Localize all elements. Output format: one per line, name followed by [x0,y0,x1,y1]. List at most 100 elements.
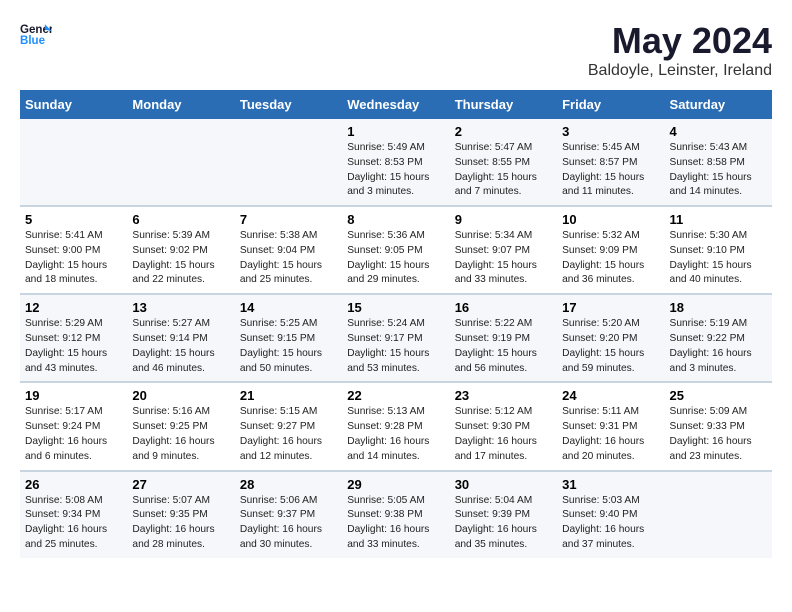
calendar-row-3: 19Sunrise: 5:17 AM Sunset: 9:24 PM Dayli… [20,382,772,470]
calendar-cell: 6 Sunrise: 5:39 AM Sunset: 9:02 PM Daylig… [127,206,234,294]
day-number: 18 [670,300,767,315]
day-info: Sunrise: 5:08 AM Sunset: 9:34 PM Dayligh… [25,494,122,553]
day-number: 25 [670,388,767,403]
day-number: 26 [25,477,122,492]
day-number: 15 [347,300,444,315]
day-number: 5 [25,212,122,227]
day-number: 6 [132,212,229,227]
day-info: Sunrise: 5:06 AM Sunset: 9:37 PM Dayligh… [240,494,337,553]
day-number: 12 [25,300,122,315]
calendar-table: SundayMondayTuesdayWednesdayThursdayFrid… [20,90,772,558]
calendar-cell: 7Sunrise: 5:38 AM Sunset: 9:04 PM Daylig… [235,206,342,294]
day-number: 21 [240,388,337,403]
calendar-cell: 24 Sunrise: 5:11 AM Sunset: 9:31 PM Dayli… [557,382,664,470]
day-info: Sunrise: 5:43 AM Sunset: 8:58 PM Dayligh… [670,141,767,200]
day-number: 16 [455,300,552,315]
day-number: 20 [132,388,229,403]
day-info: Sunrise: 5:29 AM Sunset: 9:12 PM Dayligh… [25,317,122,376]
calendar-cell [127,119,234,206]
weekday-header-wednesday: Wednesday [342,90,449,119]
calendar-cell: 23 Sunrise: 5:12 AM Sunset: 9:30 PM Dayli… [450,382,557,470]
day-info: Sunrise: 5:12 AM Sunset: 9:30 PM Dayligh… [455,405,552,464]
day-info: Sunrise: 5:30 AM Sunset: 9:10 PM Dayligh… [670,229,767,288]
weekday-header-row: SundayMondayTuesdayWednesdayThursdayFrid… [20,90,772,119]
day-info: Sunrise: 5:15 AM Sunset: 9:27 PM Dayligh… [240,405,337,464]
calendar-cell: 21 Sunrise: 5:15 AM Sunset: 9:27 PM Dayli… [235,382,342,470]
day-info: Sunrise: 5:03 AM Sunset: 9:40 PM Dayligh… [562,494,659,553]
calendar-row-2: 12 Sunrise: 5:29 AM Sunset: 9:12 PM Dayli… [20,294,772,382]
calendar-cell: 30Sunrise: 5:04 AM Sunset: 9:39 PM Dayli… [450,471,557,558]
calendar-cell: 17 Sunrise: 5:20 AM Sunset: 9:20 PM Dayli… [557,294,664,382]
day-info: Sunrise: 5:05 AM Sunset: 9:38 PM Dayligh… [347,494,444,553]
day-info: Sunrise: 5:07 AM Sunset: 9:35 PM Dayligh… [132,494,229,553]
month-title: May 2024 [588,20,772,62]
calendar-cell: 26 Sunrise: 5:08 AM Sunset: 9:34 PM Dayli… [20,471,127,558]
day-info: Sunrise: 5:09 AM Sunset: 9:33 PM Dayligh… [670,405,767,464]
day-number: 23 [455,388,552,403]
weekday-header-sunday: Sunday [20,90,127,119]
calendar-cell: 25 Sunrise: 5:09 AM Sunset: 9:33 PM Dayli… [665,382,772,470]
day-info: Sunrise: 5:32 AM Sunset: 9:09 PM Dayligh… [562,229,659,288]
calendar-cell: 22Sunrise: 5:13 AM Sunset: 9:28 PM Dayli… [342,382,449,470]
weekday-header-monday: Monday [127,90,234,119]
calendar-cell: 12 Sunrise: 5:29 AM Sunset: 9:12 PM Dayli… [20,294,127,382]
day-info: Sunrise: 5:16 AM Sunset: 9:25 PM Dayligh… [132,405,229,464]
day-number: 30 [455,477,552,492]
day-info: Sunrise: 5:47 AM Sunset: 8:55 PM Dayligh… [455,141,552,200]
day-number: 29 [347,477,444,492]
calendar-cell: 9 Sunrise: 5:34 AM Sunset: 9:07 PM Daylig… [450,206,557,294]
day-info: Sunrise: 5:39 AM Sunset: 9:02 PM Dayligh… [132,229,229,288]
day-number: 3 [562,124,659,139]
day-number: 11 [670,212,767,227]
weekday-header-tuesday: Tuesday [235,90,342,119]
day-info: Sunrise: 5:45 AM Sunset: 8:57 PM Dayligh… [562,141,659,200]
day-number: 14 [240,300,337,315]
day-number: 9 [455,212,552,227]
calendar-cell: 4Sunrise: 5:43 AM Sunset: 8:58 PM Daylig… [665,119,772,206]
calendar-cell: 14 Sunrise: 5:25 AM Sunset: 9:15 PM Dayli… [235,294,342,382]
calendar-row-0: 1Sunrise: 5:49 AM Sunset: 8:53 PM Daylig… [20,119,772,206]
day-number: 27 [132,477,229,492]
logo-icon: General Blue [20,20,52,48]
logo: General Blue [20,20,52,48]
weekday-header-thursday: Thursday [450,90,557,119]
calendar-cell: 18 Sunrise: 5:19 AM Sunset: 9:22 PM Dayli… [665,294,772,382]
day-number: 28 [240,477,337,492]
day-info: Sunrise: 5:25 AM Sunset: 9:15 PM Dayligh… [240,317,337,376]
day-info: Sunrise: 5:36 AM Sunset: 9:05 PM Dayligh… [347,229,444,288]
calendar-cell: 11 Sunrise: 5:30 AM Sunset: 9:10 PM Dayli… [665,206,772,294]
calendar-cell: 20 Sunrise: 5:16 AM Sunset: 9:25 PM Dayli… [127,382,234,470]
calendar-cell: 19Sunrise: 5:17 AM Sunset: 9:24 PM Dayli… [20,382,127,470]
day-number: 10 [562,212,659,227]
day-number: 24 [562,388,659,403]
day-number: 19 [25,388,122,403]
calendar-cell: 13Sunrise: 5:27 AM Sunset: 9:14 PM Dayli… [127,294,234,382]
location: Baldoyle, Leinster, Ireland [588,62,772,80]
calendar-cell [665,471,772,558]
day-number: 13 [132,300,229,315]
calendar-cell: 28 Sunrise: 5:06 AM Sunset: 9:37 PM Dayli… [235,471,342,558]
weekday-header-friday: Friday [557,90,664,119]
calendar-cell: 8 Sunrise: 5:36 AM Sunset: 9:05 PM Daylig… [342,206,449,294]
weekday-header-saturday: Saturday [665,90,772,119]
svg-text:Blue: Blue [20,35,46,47]
day-info: Sunrise: 5:11 AM Sunset: 9:31 PM Dayligh… [562,405,659,464]
calendar-row-4: 26 Sunrise: 5:08 AM Sunset: 9:34 PM Dayli… [20,471,772,558]
calendar-cell: 3 Sunrise: 5:45 AM Sunset: 8:57 PM Daylig… [557,119,664,206]
day-number: 2 [455,124,552,139]
day-info: Sunrise: 5:19 AM Sunset: 9:22 PM Dayligh… [670,317,767,376]
day-info: Sunrise: 5:34 AM Sunset: 9:07 PM Dayligh… [455,229,552,288]
day-info: Sunrise: 5:22 AM Sunset: 9:19 PM Dayligh… [455,317,552,376]
calendar-row-1: 5 Sunrise: 5:41 AM Sunset: 9:00 PM Daylig… [20,206,772,294]
calendar-cell [235,119,342,206]
day-number: 17 [562,300,659,315]
calendar-cell: 16 Sunrise: 5:22 AM Sunset: 9:19 PM Dayli… [450,294,557,382]
day-info: Sunrise: 5:20 AM Sunset: 9:20 PM Dayligh… [562,317,659,376]
calendar-cell: 2 Sunrise: 5:47 AM Sunset: 8:55 PM Daylig… [450,119,557,206]
page-header: General Blue May 2024 Baldoyle, Leinster… [20,20,772,80]
calendar-cell: 1Sunrise: 5:49 AM Sunset: 8:53 PM Daylig… [342,119,449,206]
day-info: Sunrise: 5:41 AM Sunset: 9:00 PM Dayligh… [25,229,122,288]
title-block: May 2024 Baldoyle, Leinster, Ireland [588,20,772,80]
calendar-cell: 10 Sunrise: 5:32 AM Sunset: 9:09 PM Dayli… [557,206,664,294]
day-number: 8 [347,212,444,227]
